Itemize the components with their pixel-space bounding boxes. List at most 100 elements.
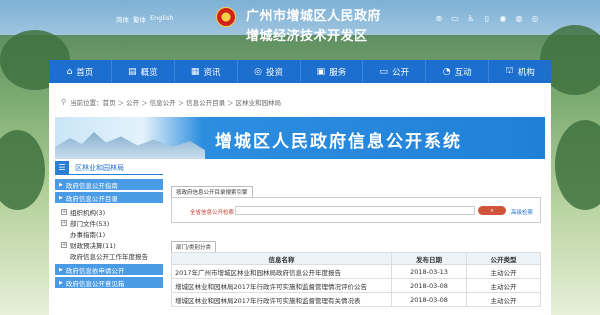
- menu-icon: ☰: [55, 160, 69, 175]
- nav-item-7[interactable]: ⛫ 机构: [489, 60, 551, 83]
- banner-title: 增城区人民政府信息公开系统: [215, 132, 462, 152]
- main-panel: ⚲ 当前位置：首页 ＞ 公开 ＞ 信息公开 ＞ 信息公开目录 ＞ 区林业和园林局…: [49, 83, 551, 315]
- main-nav: ⌂ 首页 ▤ 概览 ▦ 资讯 ◎ 投资 ▣ 服务 ▭ 公开 ◔ 互动 ⛫ 机构: [49, 60, 551, 83]
- sidebar-link-guide[interactable]: ▶ 政府信息公开指南: [55, 179, 163, 190]
- doc-type-cell: 主动公开: [466, 292, 541, 307]
- site-title-line2: 增城经济技术开发区: [246, 29, 368, 44]
- top-icon-bar: ⊚ ▭ ♿ ▯ ◉ ◍ ◎: [433, 12, 541, 24]
- sidebar-tree-item[interactable]: + 组织机构(3): [61, 206, 163, 217]
- nav-item-label: 公开: [392, 67, 410, 78]
- sidebar-tree-label: 部门文件(53): [70, 219, 110, 228]
- system-banner: 增城区人民政府信息公开系统: [55, 117, 545, 159]
- site-title: 广州市增城区人民政府 增城经济技术开发区: [246, 5, 381, 44]
- col-header-name: 信息名称: [171, 252, 392, 265]
- sidebar-link-catalog[interactable]: ▶ 政府信息公开目录: [55, 192, 163, 203]
- expand-icon[interactable]: +: [61, 241, 67, 248]
- lang-english[interactable]: English: [150, 14, 173, 24]
- nav-item-5[interactable]: ▭ 公开: [363, 60, 427, 83]
- eye-icon[interactable]: ◎: [529, 12, 541, 24]
- expand-icon[interactable]: +: [61, 208, 67, 215]
- doc-name-cell[interactable]: 增城区林业和园林局2017年行政许可实施和监督管理有关情况表: [171, 292, 392, 307]
- lang-traditional[interactable]: 繁体: [133, 14, 146, 24]
- nav-item-label: 互动: [454, 67, 472, 78]
- search-button[interactable]: ⌕: [478, 206, 506, 215]
- table-row[interactable]: 增城区林业和园林局2017年行政许可实施和监督管理有关情况表 2018-03-08…: [171, 292, 541, 307]
- service-icon: ▣: [316, 66, 326, 77]
- sidebar-link-feedback[interactable]: ▶ 政府信息公开意见箱: [55, 277, 163, 288]
- doc-name-cell[interactable]: 增城区林业和园林局2017年行政许可实施和监督管理情况评价公告: [171, 278, 392, 293]
- nav-item-4[interactable]: ▣ 服务: [301, 60, 364, 83]
- chevron-right-icon: ▶: [59, 181, 63, 188]
- breadcrumb-public[interactable]: 公开: [126, 97, 139, 107]
- nav-item-0[interactable]: ⌂ 首页: [49, 60, 112, 83]
- sidebar-tree-item[interactable]: 政府信息公开工作年度报告: [61, 250, 163, 261]
- doc-name-cell[interactable]: 2017年广州市增城区林业和园林局政府信息公开年度报告: [171, 264, 392, 279]
- phone-icon[interactable]: ▯: [481, 12, 493, 24]
- advanced-search-link[interactable]: 高级检索: [511, 208, 533, 216]
- sidebar-link-apply[interactable]: ▶ 政府信息依申请公开: [55, 264, 163, 275]
- sidebar-tree-label: 办事指南(1): [70, 230, 106, 239]
- sidebar-header: ☰ 区林业和园林局: [55, 160, 163, 175]
- search-field-label: 全省信息公开检索: [190, 210, 235, 216]
- search-tab[interactable]: 按政府信息公开目录搜索引擎: [171, 186, 253, 197]
- nav-item-1[interactable]: ▤ 概览: [112, 60, 175, 83]
- nav-item-2[interactable]: ▦ 资讯: [175, 60, 238, 83]
- sidebar-tree-label: 政府信息公开工作年度报告: [70, 252, 148, 261]
- accessibility-icon[interactable]: ♿: [465, 12, 477, 24]
- nav-item-6[interactable]: ◔ 互动: [426, 60, 490, 83]
- sidebar: ☰ 区林业和园林局 ▶ 政府信息公开指南 ▶ 政府信息公开目录 + 组织机构(3)…: [55, 160, 163, 288]
- breadcrumb-dept[interactable]: 区林业和园林局: [236, 97, 282, 107]
- nav-item-3[interactable]: ◎ 投资: [238, 60, 301, 83]
- wechat-icon[interactable]: ⊚: [433, 12, 445, 24]
- documents-table: 信息名称 发布日期 公开类型 2017年广州市增城区林业和园林局政府信息公开年度…: [171, 252, 541, 307]
- col-header-type: 公开类型: [466, 252, 541, 265]
- doc-date-cell: 2018-03-13: [391, 264, 467, 279]
- home-icon: ⌂: [66, 66, 73, 77]
- search-box: 全省信息公开检索 ⌕ 高级检索: [171, 197, 541, 223]
- doc-type-cell: 主动公开: [466, 264, 541, 279]
- news-icon: ▦: [190, 66, 200, 77]
- chevron-right-icon: ▶: [59, 194, 63, 201]
- sidebar-header-label: 区林业和园林局: [75, 163, 124, 172]
- breadcrumb-catalog[interactable]: 信息公开目录: [186, 97, 225, 107]
- chevron-right-icon: ▶: [59, 266, 63, 273]
- site-title-line1: 广州市增城区人民政府: [246, 9, 382, 24]
- sidebar-tree-item[interactable]: + 部门文件(53): [61, 217, 163, 228]
- chevron-right-icon: ▶: [59, 279, 63, 286]
- weibo-icon[interactable]: ◉: [497, 12, 509, 24]
- search-input[interactable]: [235, 206, 475, 215]
- table-row[interactable]: 增城区林业和园林局2017年行政许可实施和监督管理情况评价公告 2018-03-0…: [171, 278, 541, 293]
- breadcrumb-current: 当前位置：首页: [70, 99, 116, 107]
- invest-icon: ◎: [254, 66, 262, 77]
- sidebar-tree: + 组织机构(3) + 部门文件(53) 办事指南(1) + 财政预决算(11) 政府信息公开…: [55, 206, 163, 261]
- nav-item-label: 资讯: [203, 67, 221, 78]
- sidebar-tree-label: 财政预决算(11): [70, 241, 116, 250]
- national-emblem-logo: [216, 7, 236, 27]
- nav-item-label: 投资: [265, 67, 283, 78]
- expand-icon[interactable]: +: [61, 219, 67, 226]
- breadcrumb: ⚲ 当前位置：首页 ＞ 公开 ＞ 信息公开 ＞ 信息公开目录 ＞ 区林业和园林局: [61, 97, 282, 107]
- sidebar-tree-item[interactable]: 办事指南(1): [61, 228, 163, 239]
- dept-category-tab[interactable]: 部门/类别分类: [171, 241, 216, 252]
- chat-icon[interactable]: ◍: [513, 12, 525, 24]
- nav-item-label: 首页: [76, 67, 94, 78]
- sidebar-tree-label: 组织机构(3): [70, 208, 106, 217]
- table-row[interactable]: 2017年广州市增城区林业和园林局政府信息公开年度报告 2018-03-13 主动公…: [171, 264, 541, 279]
- doc-date-cell: 2018-03-08: [391, 292, 467, 307]
- doc-type-cell: 主动公开: [466, 278, 541, 293]
- interact-icon: ◔: [442, 66, 451, 77]
- city-skyline-illustration: [55, 132, 205, 159]
- nav-item-label: 机构: [517, 67, 535, 78]
- col-header-date: 发布日期: [391, 252, 467, 265]
- breadcrumb-info-public[interactable]: 信息公开: [150, 97, 176, 107]
- screen-icon[interactable]: ▭: [449, 12, 461, 24]
- doc-date-cell: 2018-03-08: [391, 278, 467, 293]
- nav-item-label: 概览: [140, 67, 158, 78]
- lang-simplified[interactable]: 简体: [116, 14, 129, 24]
- search-icon: ⌕: [490, 206, 494, 214]
- public-icon: ▭: [379, 66, 389, 77]
- sidebar-tree-item[interactable]: + 财政预决算(11): [61, 239, 163, 250]
- location-pin-icon: ⚲: [61, 98, 67, 106]
- language-switcher: 简体 繁体 English: [116, 14, 173, 24]
- nav-item-label: 服务: [329, 67, 347, 78]
